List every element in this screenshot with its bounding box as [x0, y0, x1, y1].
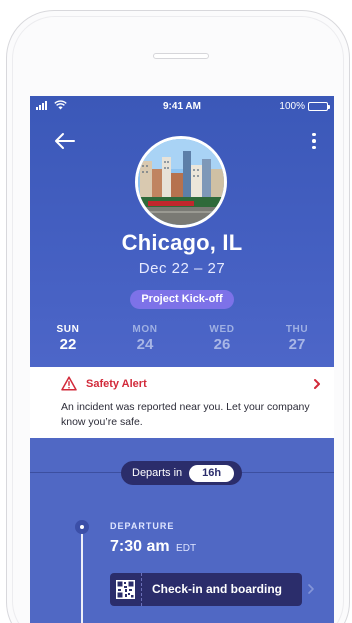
departs-in-label: Departs in: [132, 467, 183, 479]
battery-icon: [308, 102, 330, 111]
day-tab-mon[interactable]: MON 24: [115, 324, 175, 353]
day-of-week: WED: [209, 324, 235, 335]
app-screen: 9:41 AM 100% Chicago, IL Dec 22 – 27 Pro…: [30, 96, 334, 623]
checkin-button[interactable]: Check-in and boarding: [110, 573, 302, 606]
city-skyline-image: [138, 139, 224, 225]
day-of-week: THU: [285, 324, 309, 335]
phone-speaker: [153, 53, 209, 59]
day-number: 22: [59, 336, 77, 353]
chevron-right-icon: [314, 379, 320, 389]
departs-in-badge: Departs in 16h: [121, 461, 242, 485]
qr-code-icon: [116, 580, 135, 599]
chevron-right-icon[interactable]: [307, 583, 315, 595]
departure-time: 7:30 am EDT: [110, 538, 196, 556]
battery-percent: 100%: [279, 101, 305, 112]
day-of-week: MON: [132, 324, 158, 335]
departure-time-value: 7:30 am: [110, 538, 170, 555]
safety-alert-card[interactable]: Safety Alert An incident was reported ne…: [30, 367, 334, 438]
timeline-dot: [75, 520, 89, 534]
day-tab-wed[interactable]: WED 26: [192, 324, 252, 353]
departure-timezone: EDT: [176, 543, 197, 554]
checkin-label: Check-in and boarding: [152, 582, 283, 596]
trip-date-range: Dec 22 – 27: [138, 260, 226, 277]
departs-in-value: 16h: [189, 464, 235, 482]
city-title: Chicago, IL: [121, 230, 243, 255]
alert-message: An incident was reported near you. Let y…: [61, 401, 310, 428]
checkin-separator: [141, 573, 142, 606]
day-number: 27: [288, 336, 306, 353]
trip-tag[interactable]: Project Kick-off: [130, 290, 234, 309]
day-selector: SUN 22 MON 24 WED 26 THU 27: [30, 324, 334, 360]
back-arrow-icon[interactable]: [52, 130, 78, 152]
timeline-line: [81, 524, 83, 623]
day-tab-thu[interactable]: THU 27: [267, 324, 327, 353]
day-number: 24: [136, 336, 154, 353]
day-tab-sun[interactable]: SUN 22: [38, 324, 98, 353]
day-number: 26: [213, 336, 231, 353]
status-right: 100%: [279, 101, 330, 112]
warning-icon: [61, 376, 77, 391]
more-vertical-icon[interactable]: [308, 130, 320, 152]
departure-label: DEPARTURE: [110, 521, 175, 531]
day-of-week: SUN: [56, 324, 80, 335]
alert-title: Safety Alert: [86, 378, 147, 390]
status-bar: 9:41 AM 100%: [30, 96, 334, 118]
city-photo: [135, 136, 227, 228]
